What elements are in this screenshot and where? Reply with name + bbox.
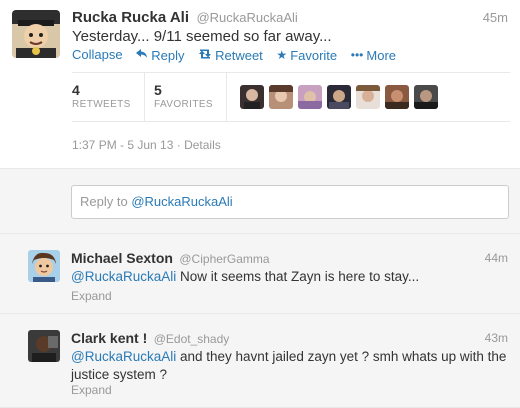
favorites-stat[interactable]: 5 FAVORITES [154,82,213,110]
reply-tweet[interactable]: Clark kent ! @Edot_shady 43m @RuckaRucka… [0,314,520,408]
favoriter-avatar[interactable] [240,85,264,109]
reply-author[interactable]: Michael Sexton @CipherGamma [71,250,270,268]
tweet-actions: Collapse Reply Retweet ★ Favorite ••• Mo… [72,47,406,63]
reply-author-handle[interactable]: @CipherGamma [179,252,269,266]
collapse-label: Collapse [72,47,123,62]
tweet-date[interactable]: 1:37 PM - 5 Jun 13 [72,138,173,152]
more-button[interactable]: ••• More [351,48,396,63]
separator-dot: · [176,138,181,152]
favoriter-avatar[interactable] [269,85,293,109]
retweet-icon [198,48,212,62]
author-fullname[interactable]: Rucka Rucka Ali [72,9,189,26]
favoriter-avatar[interactable] [298,85,322,109]
retweets-stat[interactable]: 4 RETWEETS [72,82,131,110]
tweet-stats: 4 RETWEETS 5 FAVORITES [72,72,510,122]
avatar[interactable] [12,10,60,58]
collapse-link[interactable]: Collapse [72,47,123,62]
reply-author-fullname[interactable]: Michael Sexton [71,250,173,266]
reply-arrow-icon [136,48,148,62]
retweet-label: Retweet [215,47,263,63]
expand-link[interactable]: Expand [71,383,112,397]
tweet-text: Yesterday... 9/11 seemed so far away... [72,28,332,45]
avatar[interactable] [28,250,60,282]
reply-mention[interactable]: @RuckaRuckaAli [71,349,176,364]
stat-divider [226,73,227,121]
star-icon: ★ [276,48,288,62]
retweet-button[interactable]: Retweet [198,48,263,63]
more-label: More [366,47,397,63]
expand-link[interactable]: Expand [71,289,112,303]
details-link[interactable]: Details [184,138,221,152]
expanded-tweet: Rucka Rucka Ali @RuckaRuckaAli 45m Yeste… [0,0,520,168]
reply-label: Reply [151,47,185,63]
more-dots-icon: ••• [350,48,364,62]
reply-text: @RuckaRuckaAli Now it seems that Zayn is… [71,268,511,286]
reply-mention[interactable]: @RuckaRuckaAli [71,269,176,284]
tweet-author[interactable]: Rucka Rucka Ali @RuckaRuckaAli [72,9,298,27]
reply-timestamp[interactable]: 43m [485,331,508,345]
reply-box-area: Reply to @RuckaRuckaAli [0,168,520,234]
favoriter-avatar[interactable] [414,85,438,109]
reply-tweet[interactable]: Michael Sexton @CipherGamma 44m @RuckaRu… [0,234,520,314]
reply-author-fullname[interactable]: Clark kent ! [71,330,147,346]
reply-body: Now it seems that Zayn is here to stay..… [176,269,420,284]
favorite-label: Favorite [290,47,338,63]
avatar[interactable] [28,330,60,362]
reply-author[interactable]: Clark kent ! @Edot_shady [71,330,229,348]
reply-placeholder-prefix: Reply to [80,194,132,209]
favoriter-avatar[interactable] [356,85,380,109]
reply-placeholder-mention: @RuckaRuckaAli [131,194,233,209]
stat-divider [144,73,145,121]
retweets-count: 4 [72,82,80,98]
author-handle[interactable]: @RuckaRuckaAli [196,10,297,25]
reply-button[interactable]: Reply [136,48,184,63]
retweets-label: RETWEETS [72,99,131,110]
favoriter-avatar[interactable] [327,85,351,109]
favoriter-avatar[interactable] [385,85,409,109]
favorites-count: 5 [154,82,162,98]
reply-text: @RuckaRuckaAli and they havnt jailed zay… [71,348,511,384]
favorite-button[interactable]: ★ Favorite [276,48,337,63]
reply-input[interactable]: Reply to @RuckaRuckaAli [71,185,509,219]
favoriter-avatars [240,85,438,109]
reply-timestamp[interactable]: 44m [485,251,508,265]
tweet-date-line: 1:37 PM - 5 Jun 13 · Details [72,138,221,152]
favorites-label: FAVORITES [154,99,213,110]
reply-author-handle[interactable]: @Edot_shady [154,332,230,346]
tweet-timestamp[interactable]: 45m [483,10,508,25]
